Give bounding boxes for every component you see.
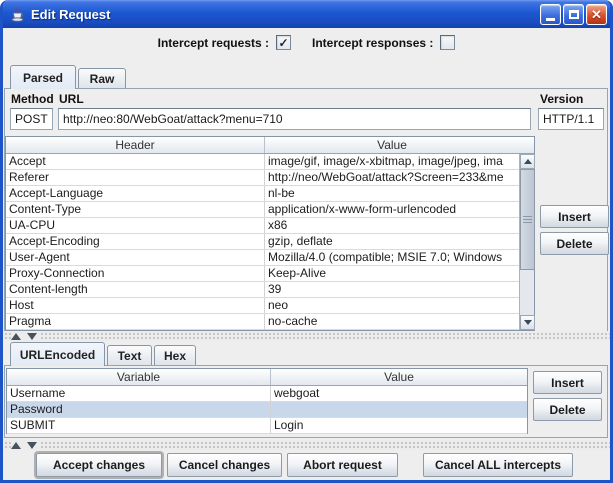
headers-scrollbar[interactable]	[519, 154, 534, 330]
tab-hex[interactable]: Hex	[154, 345, 196, 366]
one-touch-buttons	[11, 440, 41, 451]
url-field[interactable]: http://neo:80/WebGoat/attack?menu=710	[58, 108, 531, 130]
tab-parsed[interactable]: Parsed	[10, 65, 76, 89]
header-row-content-length[interactable]: Content-length39	[6, 282, 534, 298]
tab-parsed-label: Parsed	[23, 71, 63, 85]
value-column-title[interactable]: Value	[265, 137, 519, 153]
header-row-content-type[interactable]: Content-Typeapplication/x-www-form-urlen…	[6, 202, 534, 218]
accept-changes-button[interactable]: Accept changes	[36, 453, 162, 477]
tab-text[interactable]: Text	[107, 345, 152, 366]
minimize-button[interactable]	[540, 4, 561, 25]
variable-column-title[interactable]: Variable	[7, 369, 271, 385]
intercept-requests-label: Intercept requests :	[158, 36, 269, 50]
value-column-title[interactable]: Value	[271, 369, 527, 385]
method-field[interactable]: POST	[10, 108, 53, 130]
intercept-responses-checkbox[interactable]	[440, 35, 455, 50]
minimize-icon	[546, 18, 555, 21]
param-row-submit[interactable]: SUBMITLogin	[7, 418, 527, 434]
scrollbar-thumb[interactable]	[520, 169, 535, 270]
split-divider-bottom[interactable]	[3, 440, 610, 450]
collapse-down-icon[interactable]	[27, 442, 37, 449]
collapse-down-icon[interactable]	[27, 333, 37, 340]
headers-table: Header Value Acceptimage/gif, image/x-xb…	[5, 136, 535, 331]
collapse-up-icon[interactable]	[11, 333, 21, 340]
one-touch-buttons	[11, 331, 41, 342]
tab-text-label: Text	[118, 349, 142, 363]
params-insert-button[interactable]: Insert	[533, 371, 602, 394]
param-row-username[interactable]: Usernamewebgoat	[7, 386, 527, 402]
thumb-grip-icon	[523, 216, 532, 223]
header-row-host[interactable]: Hostneo	[6, 298, 534, 314]
header-row-proxy-connection[interactable]: Proxy-ConnectionKeep-Alive	[6, 266, 534, 282]
cancel-all-intercepts-button[interactable]: Cancel ALL intercepts	[423, 453, 573, 477]
tab-hex-label: Hex	[164, 349, 186, 363]
method-label: Method	[11, 92, 54, 106]
header-row-accept-language[interactable]: Accept-Languagenl-be	[6, 186, 534, 202]
arrow-up-icon	[524, 159, 532, 164]
java-cup-icon	[9, 6, 26, 23]
header-row-user-agent[interactable]: User-AgentMozilla/4.0 (compatible; MSIE …	[6, 250, 534, 266]
check-icon: ✓	[278, 37, 288, 49]
header-column-title[interactable]: Header	[6, 137, 265, 153]
header-row-referer[interactable]: Refererhttp://neo/WebGoat/attack?Screen=…	[6, 170, 534, 186]
headers-table-header[interactable]: Header Value	[6, 137, 534, 154]
param-row-password[interactable]: Password	[7, 402, 527, 418]
edit-request-window: Edit Request ✕ Intercept requests : ✓ In…	[0, 0, 613, 483]
arrow-down-icon	[524, 320, 532, 325]
titlebar[interactable]: Edit Request ✕	[0, 0, 613, 28]
tab-urlencoded[interactable]: URLEncoded	[10, 342, 105, 366]
params-delete-button[interactable]: Delete	[533, 398, 602, 421]
params-table-header[interactable]: Variable Value	[7, 369, 527, 386]
maximize-icon	[569, 10, 579, 19]
close-icon: ✕	[591, 8, 602, 21]
tab-raw-label: Raw	[90, 72, 115, 86]
maximize-button[interactable]	[563, 4, 584, 25]
header-row-ua-cpu[interactable]: UA-CPUx86	[6, 218, 534, 234]
url-label: URL	[59, 92, 84, 106]
version-field[interactable]: HTTP/1.1	[538, 108, 604, 130]
close-button[interactable]: ✕	[586, 4, 607, 25]
headers-insert-button[interactable]: Insert	[540, 205, 609, 228]
window-controls: ✕	[540, 4, 607, 25]
tab-raw[interactable]: Raw	[78, 68, 126, 89]
tab-urlencoded-label: URLEncoded	[20, 348, 95, 362]
scroll-up-button[interactable]	[520, 154, 535, 169]
intercept-responses-label: Intercept responses :	[312, 36, 433, 50]
scroll-down-button[interactable]	[520, 315, 535, 330]
params-table: Variable Value Usernamewebgoat Password …	[6, 368, 528, 434]
header-row-accept-encoding[interactable]: Accept-Encodinggzip, deflate	[6, 234, 534, 250]
intercept-requests-checkbox[interactable]: ✓	[276, 35, 291, 50]
header-row-accept[interactable]: Acceptimage/gif, image/x-xbitmap, image/…	[6, 154, 534, 170]
intercept-options: Intercept requests : ✓ Intercept respons…	[3, 35, 610, 50]
version-label: Version	[540, 92, 583, 106]
headers-delete-button[interactable]: Delete	[540, 232, 609, 255]
abort-request-button[interactable]: Abort request	[287, 453, 398, 477]
window-title: Edit Request	[31, 7, 110, 22]
collapse-up-icon[interactable]	[11, 442, 21, 449]
header-row-pragma[interactable]: Pragmano-cache	[6, 314, 534, 330]
cancel-changes-button[interactable]: Cancel changes	[167, 453, 282, 477]
dialog-content: Intercept requests : ✓ Intercept respons…	[3, 28, 610, 480]
split-divider-top[interactable]	[3, 331, 610, 341]
